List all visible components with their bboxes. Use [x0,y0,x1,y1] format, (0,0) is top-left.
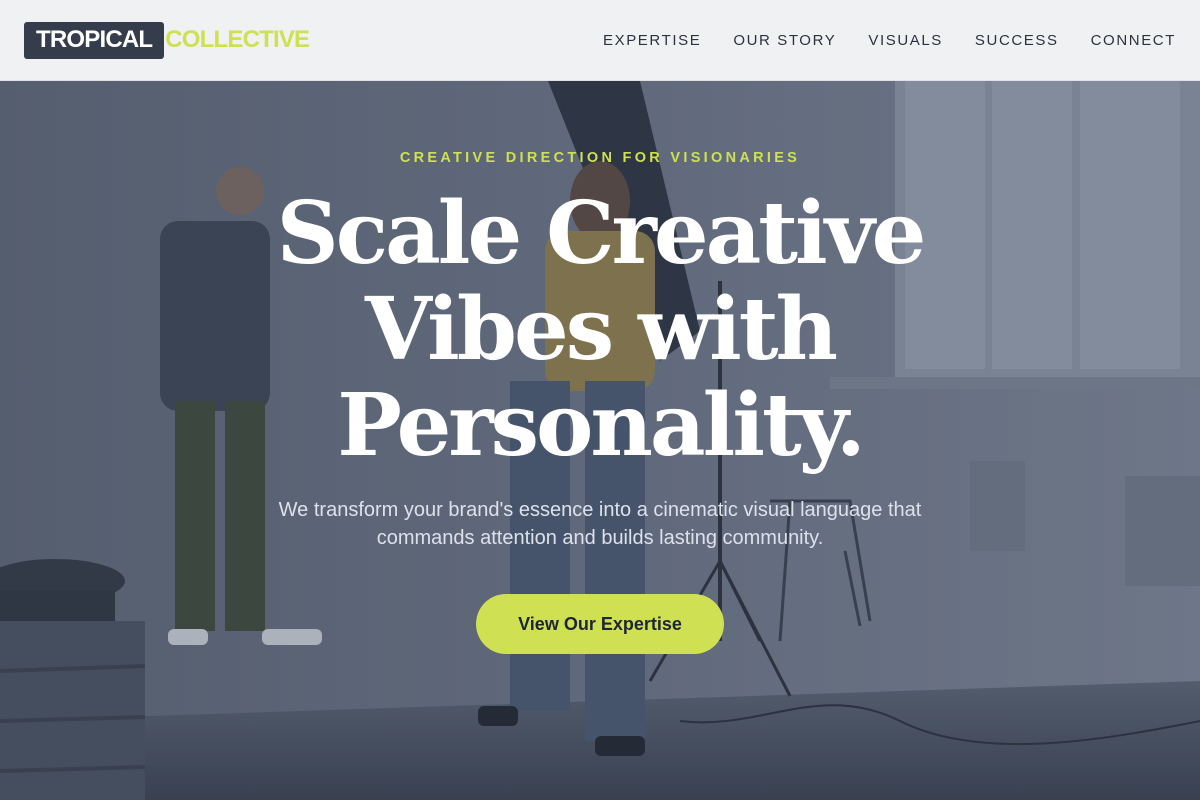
logo-accent-text: COLLECTIVE [165,26,310,53]
logo[interactable]: TROPICAL COLLECTIVE [24,21,310,59]
nav-link-expertise[interactable]: EXPERTISE [603,28,701,53]
headline-line-1: Scale Creative [276,183,927,284]
hero-subtext: We transform your brand's essence into a… [278,499,922,549]
main-nav: EXPERTISE OUR STORY VISUALS SUCCESS CONN… [571,28,1176,53]
site-header: TROPICAL COLLECTIVE EXPERTISE OUR STORY … [0,0,1200,81]
view-expertise-button[interactable]: View Our Expertise [476,594,724,654]
logo-primary-text: TROPICAL [24,21,165,59]
hero-headline: Scale Creative Vibes with Personality. [240,186,960,474]
nav-link-connect[interactable]: CONNECT [1091,28,1176,53]
hero-content: CREATIVE DIRECTION FOR VISIONARIES Scale… [0,81,1200,800]
headline-line-3: Personality. [337,375,866,476]
hero-eyebrow: CREATIVE DIRECTION FOR VISIONARIES [399,150,801,166]
nav-link-success[interactable]: SUCCESS [975,28,1059,53]
nav-link-our-story[interactable]: OUR STORY [733,28,836,53]
headline-line-2: Vibes with [364,279,838,380]
nav-link-visuals[interactable]: VISUALS [868,28,943,53]
